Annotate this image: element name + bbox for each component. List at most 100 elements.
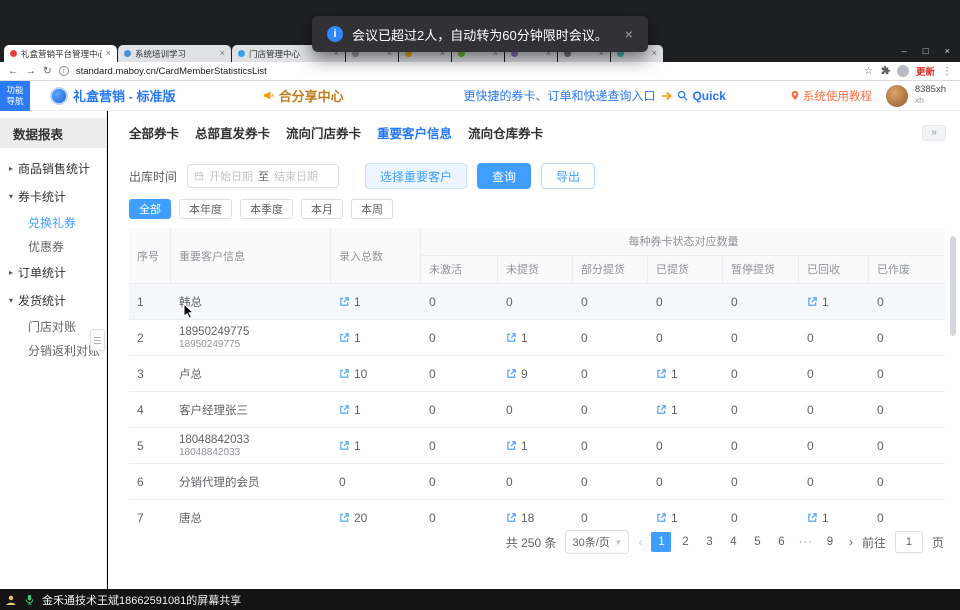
table-row[interactable]: 1韩总10000010 — [129, 284, 945, 320]
share-icon[interactable] — [656, 404, 667, 415]
main-content: 全部券卡总部直发券卡流向门店券卡重要客户信息流向仓库券卡» 出库时间 开始日期 … — [108, 111, 960, 589]
maximize-icon[interactable]: □ — [923, 46, 929, 57]
quick-search[interactable]: Quick — [677, 89, 725, 103]
extensions-icon[interactable] — [880, 62, 890, 80]
quick-filter-button[interactable]: 本月 — [301, 199, 343, 219]
tab-close-icon[interactable]: × — [106, 49, 111, 58]
tutorial-label: 系统使用教程 — [803, 88, 872, 104]
panel-collapse-button[interactable]: » — [922, 125, 946, 141]
cell-status: 0 — [498, 284, 573, 319]
content-tab[interactable]: 重要客户信息 — [377, 123, 452, 142]
table-row[interactable]: 3卢总100901000 — [129, 356, 945, 392]
scrollbar-thumb[interactable] — [950, 236, 956, 336]
site-info-icon[interactable]: i — [59, 66, 69, 76]
content-tab[interactable]: 总部直发券卡 — [195, 123, 270, 142]
tab-close-icon[interactable]: × — [652, 49, 657, 58]
share-icon[interactable] — [506, 368, 517, 379]
page-button[interactable]: 6 — [771, 532, 791, 552]
status-value: 0 — [731, 439, 738, 453]
cell-status: 0 — [723, 320, 799, 355]
share-icon[interactable] — [656, 512, 667, 523]
browser-menu-icon[interactable]: ⋮ — [942, 66, 952, 77]
share-icon[interactable] — [807, 296, 818, 307]
close-icon[interactable]: × — [944, 46, 950, 57]
sidebar-subitem[interactable]: 优惠券 — [0, 234, 106, 258]
next-page-button[interactable]: › — [849, 535, 853, 549]
brand-logo-icon — [50, 87, 68, 105]
url-input[interactable]: standard.maboy.cn/CardMemberStatisticsLi… — [76, 66, 857, 77]
pagination: 共 250 条 30条/页 ▼ ‹ 123456···9 › 前往 页 — [506, 529, 944, 555]
cell-customer: 客户经理张三 — [171, 392, 331, 427]
sidebar-item[interactable]: ▾券卡统计 — [0, 182, 106, 210]
table-row[interactable]: 2189502497751895024977510100000 — [129, 320, 945, 356]
date-range-picker[interactable]: 开始日期 至 结束日期 — [187, 164, 339, 188]
share-icon[interactable] — [339, 440, 350, 451]
user-info: 8385xh xh — [915, 85, 946, 106]
goto-unit: 页 — [932, 534, 944, 551]
share-icon[interactable] — [506, 440, 517, 451]
table-row[interactable]: 5180488420331804884203310100000 — [129, 428, 945, 464]
quick-filter-button[interactable]: 本季度 — [240, 199, 293, 219]
cell-status: 0 — [723, 284, 799, 319]
page-button[interactable]: 2 — [675, 532, 695, 552]
page-button[interactable]: 9 — [820, 532, 840, 552]
refresh-icon[interactable]: ↻ — [43, 66, 52, 77]
content-tab[interactable]: 全部券卡 — [129, 123, 179, 142]
share-center-link[interactable]: 合分享中心 — [262, 86, 344, 105]
share-icon[interactable] — [339, 512, 350, 523]
nav-toggle-button[interactable]: 功能 导航 — [0, 81, 30, 111]
share-icon[interactable] — [339, 404, 350, 415]
tutorial-link[interactable]: 系统使用教程 — [790, 88, 872, 104]
share-icon[interactable] — [506, 332, 517, 343]
page-size-select[interactable]: 30条/页 ▼ — [565, 530, 629, 554]
nav-toggle-line1: 功能 — [6, 85, 23, 96]
table-row[interactable]: 7唐总2001801010 — [129, 500, 945, 524]
screen-share-bar: 金禾通技术王斌18662591081的屏幕共享 — [0, 589, 960, 610]
select-customer-button[interactable]: 选择重要客户 — [365, 163, 467, 189]
table-row[interactable]: 6分销代理的会员00000000 — [129, 464, 945, 500]
content-tab[interactable]: 流向仓库券卡 — [468, 123, 543, 142]
content-tab[interactable]: 流向门店券卡 — [286, 123, 361, 142]
table-row[interactable]: 4客户经理张三10001000 — [129, 392, 945, 428]
tab-close-icon[interactable]: × — [220, 49, 225, 58]
share-icon[interactable] — [506, 512, 517, 523]
browser-tab[interactable]: 礼盒营销平台管理中心× — [4, 45, 117, 62]
sidebar-item[interactable]: ▸订单统计 — [0, 258, 106, 286]
query-button[interactable]: 查询 — [477, 163, 531, 189]
page-button[interactable]: 3 — [699, 532, 719, 552]
share-icon[interactable] — [807, 512, 818, 523]
page-button[interactable]: 4 — [723, 532, 743, 552]
promo-link[interactable]: 更快捷的券卡、订单和快递查询入口 — [463, 87, 655, 104]
browser-tab[interactable]: 系统培训学习× — [118, 45, 231, 62]
prev-page-button[interactable]: ‹ — [638, 535, 642, 549]
sidebar-item[interactable]: ▸商品销售统计 — [0, 154, 106, 182]
column-header: 暂停提货 — [723, 256, 799, 283]
update-button[interactable]: 更新 — [916, 64, 935, 78]
cell-status: 0 — [869, 284, 945, 319]
share-icon[interactable] — [339, 368, 350, 379]
quick-filter-button[interactable]: 本周 — [351, 199, 393, 219]
share-icon[interactable] — [339, 332, 350, 343]
forward-icon[interactable]: → — [26, 66, 37, 77]
quick-filter-button[interactable]: 全部 — [129, 199, 171, 219]
sidebar-item[interactable]: ▾发货统计 — [0, 286, 106, 314]
page-button[interactable]: 5 — [747, 532, 767, 552]
export-button[interactable]: 导出 — [541, 163, 595, 189]
user-avatar[interactable] — [886, 85, 908, 107]
sidebar-subitem[interactable]: 兑换礼券 — [0, 210, 106, 234]
bookmark-star-icon[interactable]: ☆ — [864, 66, 873, 77]
share-icon[interactable] — [656, 368, 667, 379]
page-button[interactable]: 1 — [651, 532, 671, 552]
goto-page-input[interactable] — [895, 531, 923, 553]
person-icon[interactable] — [5, 594, 17, 606]
minimize-icon[interactable]: – — [901, 46, 906, 57]
back-icon[interactable]: ← — [8, 66, 19, 77]
sidebar-collapse-handle[interactable] — [90, 329, 105, 351]
toast-close-icon[interactable]: × — [625, 26, 633, 42]
microphone-icon[interactable] — [24, 594, 35, 605]
username-sub: xh — [915, 96, 946, 106]
cell-status: 0 — [573, 284, 648, 319]
profile-avatar[interactable] — [897, 65, 909, 77]
quick-filter-button[interactable]: 本年度 — [179, 199, 232, 219]
share-icon[interactable] — [339, 296, 350, 307]
